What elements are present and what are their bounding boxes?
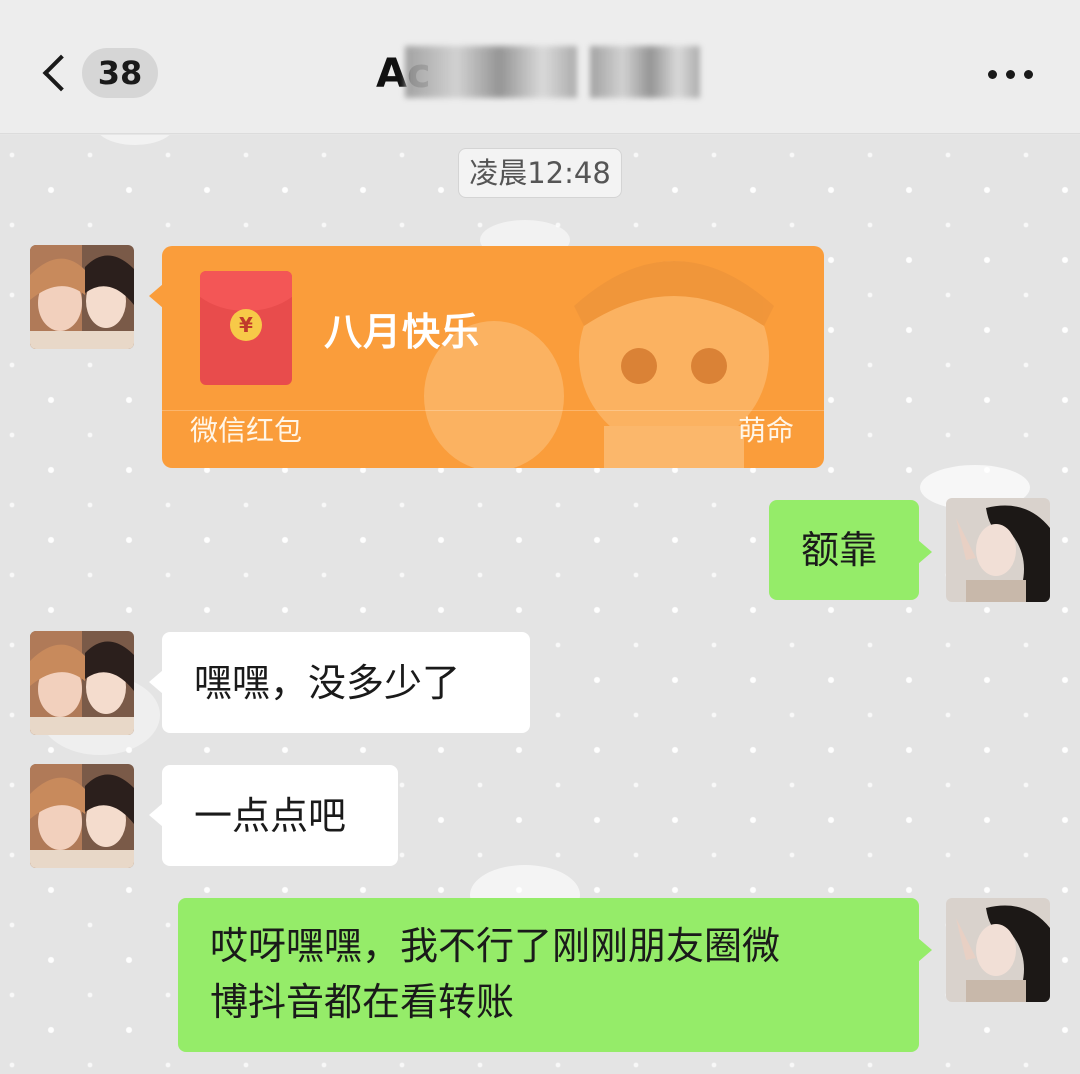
red-packet-title: 八月快乐 — [324, 310, 481, 354]
my-avatar[interactable] — [946, 498, 1050, 602]
avatar-photo-icon — [30, 631, 134, 735]
background-decoration — [95, 135, 175, 145]
chat-header: 38 Ac — [0, 0, 1080, 134]
coin-icon: ¥ — [230, 309, 262, 341]
contact-avatar[interactable] — [30, 764, 134, 868]
message-bubble-outgoing[interactable]: 哎呀嘿嘿，我不行了刚刚朋友圈微 博抖音都在看转账 — [178, 898, 932, 1052]
avatar-photo-icon — [946, 498, 1050, 602]
message-text-line: 哎呀嘿嘿，我不行了刚刚朋友圈微 — [210, 924, 781, 968]
message-bubble-incoming[interactable]: 嘿嘿，没多少了 — [149, 632, 530, 733]
red-packet-skin-name: 萌命 — [737, 414, 794, 447]
unread-count-badge: 38 — [82, 48, 158, 98]
more-dot-icon — [1023, 69, 1033, 79]
title-redaction-2 — [590, 46, 700, 98]
avatar-photo-icon — [946, 898, 1050, 1002]
message-timestamp: 凌晨12:48 — [458, 148, 622, 198]
more-dot-icon — [1005, 69, 1015, 79]
back-button[interactable]: 38 — [36, 44, 166, 102]
message-bubble-incoming[interactable]: 一点点吧 — [149, 765, 398, 866]
red-packet-card[interactable]: ¥ 八月快乐 微信红包 萌命 — [162, 246, 824, 468]
message-text: 一点点吧 — [194, 794, 347, 838]
red-packet-label: 微信红包 — [190, 414, 303, 447]
more-dot-icon — [987, 69, 997, 79]
my-avatar[interactable] — [946, 898, 1050, 1002]
contact-avatar[interactable] — [30, 245, 134, 349]
chevron-left-icon — [42, 54, 80, 92]
red-envelope-icon: ¥ — [200, 271, 292, 385]
more-options-button[interactable] — [972, 52, 1048, 96]
avatar-photo-icon — [30, 764, 134, 868]
message-text-line: 博抖音都在看转账 — [210, 980, 515, 1024]
message-text: 嘿嘿，没多少了 — [194, 661, 461, 705]
red-packet-pointer — [149, 284, 163, 308]
title-redaction — [405, 46, 577, 98]
contact-avatar[interactable] — [30, 631, 134, 735]
avatar-photo-icon — [30, 245, 134, 349]
message-text: 额靠 — [801, 528, 878, 572]
message-bubble-outgoing[interactable]: 额靠 — [769, 500, 932, 600]
